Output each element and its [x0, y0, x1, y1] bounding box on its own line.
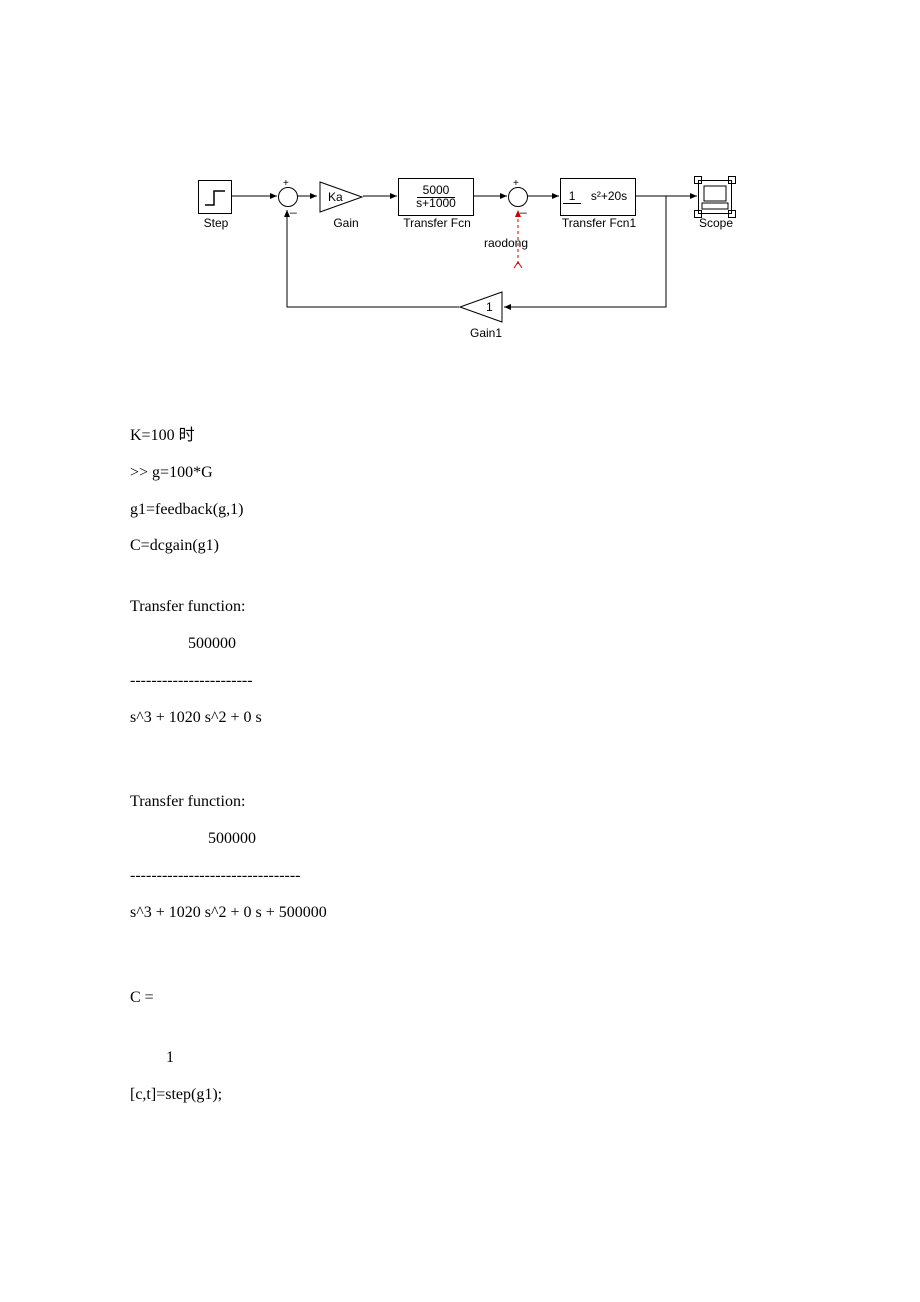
- document-body: K=100 时 >> g=100*G g1=feedback(g,1) C=dc…: [130, 426, 790, 1106]
- text-line: --------------------------------: [130, 866, 790, 887]
- text-line: Transfer function:: [130, 792, 790, 813]
- text-line: [c,t]=step(g1);: [130, 1085, 790, 1106]
- text-line: s^3 + 1020 s^2 + 0 s + 500000: [130, 903, 790, 924]
- text-line: -----------------------: [130, 671, 790, 692]
- text-line: Transfer function:: [130, 597, 790, 618]
- text-line: 1: [130, 1048, 790, 1069]
- signal-lines: [198, 170, 758, 370]
- text-line: K=100 时: [130, 426, 790, 447]
- simulink-diagram: Step + _ Ka Gain 5000 s+1000 Transfer Fc…: [198, 170, 758, 370]
- text-line: g1=feedback(g,1): [130, 500, 790, 521]
- text-line: C=dcgain(g1): [130, 536, 790, 557]
- text-line: s^3 + 1020 s^2 + 0 s: [130, 708, 790, 729]
- text-line: 500000: [130, 829, 790, 850]
- text-line: C =: [130, 988, 790, 1009]
- text-line: >> g=100*G: [130, 463, 790, 484]
- text-line: 500000: [130, 634, 790, 655]
